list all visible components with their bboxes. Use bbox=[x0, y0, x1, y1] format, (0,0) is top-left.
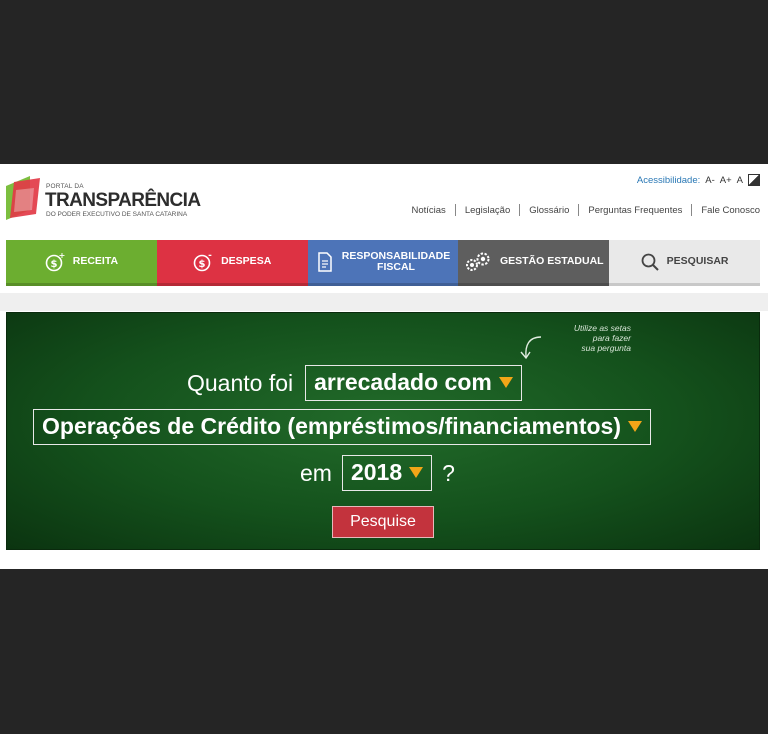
menu-pesquisar-label: PESQUISAR bbox=[666, 255, 729, 267]
nav-divider bbox=[578, 204, 580, 216]
accessibility-label: Acessibilidade: bbox=[636, 174, 701, 186]
nav-link-glossario[interactable]: Glossário bbox=[529, 205, 569, 216]
year-prefix: em bbox=[300, 459, 332, 486]
nav-link-perguntas-frequentes[interactable]: Perguntas Frequentes bbox=[588, 205, 682, 216]
menu-pesquisar[interactable]: PESQUISAR bbox=[609, 240, 760, 286]
menu-gestao-label: GESTÃO ESTADUAL bbox=[499, 255, 604, 267]
gears-icon bbox=[464, 252, 492, 272]
year-select[interactable]: 2018 bbox=[341, 455, 433, 491]
divider-bar bbox=[0, 293, 768, 311]
hint-arrow-icon bbox=[520, 336, 542, 360]
nav-link-fale-conosco[interactable]: Fale Conosco bbox=[701, 205, 760, 216]
query-line-3: em 2018 ? bbox=[300, 455, 455, 491]
logo-subtitle: DO PODER EXECUTIVO DE SANTA CATARINA bbox=[46, 211, 188, 218]
menu-gestao-estadual[interactable]: GESTÃO ESTADUAL bbox=[458, 240, 610, 286]
menu-despesa[interactable]: $ - DESPESA bbox=[156, 240, 308, 286]
logo-title: TRANSPARÊNCIA bbox=[45, 190, 201, 211]
menu-responsabilidade-label: RESPONSABILIDADE FISCAL bbox=[342, 250, 451, 273]
money-plus-icon: $ + bbox=[45, 252, 65, 272]
item-select[interactable]: Operações de Crédito (empréstimos/financ… bbox=[33, 409, 651, 445]
logo-small-text: PORTAL DA bbox=[46, 183, 84, 190]
pesquise-button[interactable]: Pesquise bbox=[332, 506, 434, 538]
search-icon bbox=[641, 253, 659, 271]
svg-text:$: $ bbox=[199, 259, 206, 270]
nav-divider bbox=[691, 204, 693, 216]
dropdown-arrow-icon bbox=[409, 467, 424, 478]
dropdown-arrow-icon bbox=[498, 377, 513, 388]
nav-divider bbox=[454, 204, 456, 216]
font-normal-button[interactable]: A bbox=[737, 175, 743, 186]
top-nav: Notícias Legislação Glossário Perguntas … bbox=[411, 204, 760, 216]
menu-responsabilidade-fiscal[interactable]: RESPONSABILIDADE FISCAL bbox=[307, 240, 459, 286]
hint-line1: Utilize as setas bbox=[573, 323, 631, 333]
svg-text:-: - bbox=[208, 252, 212, 261]
verb-select[interactable]: arrecadado com bbox=[305, 365, 522, 401]
item-select-value: Operações de Crédito (empréstimos/financ… bbox=[42, 413, 621, 439]
query-suffix: ? bbox=[442, 459, 455, 486]
svg-text:+: + bbox=[58, 252, 64, 260]
contrast-toggle-icon[interactable] bbox=[748, 174, 760, 186]
page: PORTAL DA TRANSPARÊNCIA DO PODER EXECUTI… bbox=[0, 164, 768, 569]
menu-receita[interactable]: $ + RECEITA bbox=[6, 240, 157, 286]
verb-select-value: arrecadado com bbox=[314, 369, 492, 395]
dropdown-arrow-icon bbox=[628, 421, 642, 432]
hint-line2: para fazer bbox=[592, 333, 631, 343]
arrow-hint: Utilize as setas para fazer sua pergunta bbox=[541, 323, 631, 353]
query-prefix: Quanto foi bbox=[187, 369, 294, 396]
font-decrease-button[interactable]: A- bbox=[705, 175, 715, 186]
logo-mark-icon bbox=[6, 176, 40, 220]
main-menu: $ + RECEITA $ - DESPESA RESPONSABILIDADE F… bbox=[6, 240, 760, 286]
portal-logo[interactable]: PORTAL DA TRANSPARÊNCIA DO PODER EXECUTI… bbox=[6, 174, 206, 224]
document-icon bbox=[316, 251, 334, 272]
nav-divider bbox=[519, 204, 521, 216]
query-board: Utilize as setas para fazer sua pergunta… bbox=[6, 312, 760, 550]
hint-line3: sua pergunta bbox=[581, 343, 631, 353]
font-increase-button[interactable]: A+ bbox=[720, 175, 732, 186]
year-select-value: 2018 bbox=[350, 459, 403, 485]
nav-link-noticias[interactable]: Notícias bbox=[411, 205, 445, 216]
menu-despesa-label: DESPESA bbox=[221, 255, 272, 267]
svg-text:$: $ bbox=[50, 259, 57, 270]
query-line-2: Operações de Crédito (empréstimos/financ… bbox=[33, 409, 651, 445]
nav-link-legislacao[interactable]: Legislação bbox=[465, 205, 510, 216]
query-line-1: Quanto foi arrecadado com bbox=[187, 365, 522, 401]
accessibility-bar: Acessibilidade: A- A+ A bbox=[637, 174, 760, 186]
menu-responsabilidade-line2: FISCAL bbox=[377, 260, 415, 273]
menu-receita-label: RECEITA bbox=[72, 255, 119, 267]
money-minus-icon: $ - bbox=[193, 252, 213, 272]
